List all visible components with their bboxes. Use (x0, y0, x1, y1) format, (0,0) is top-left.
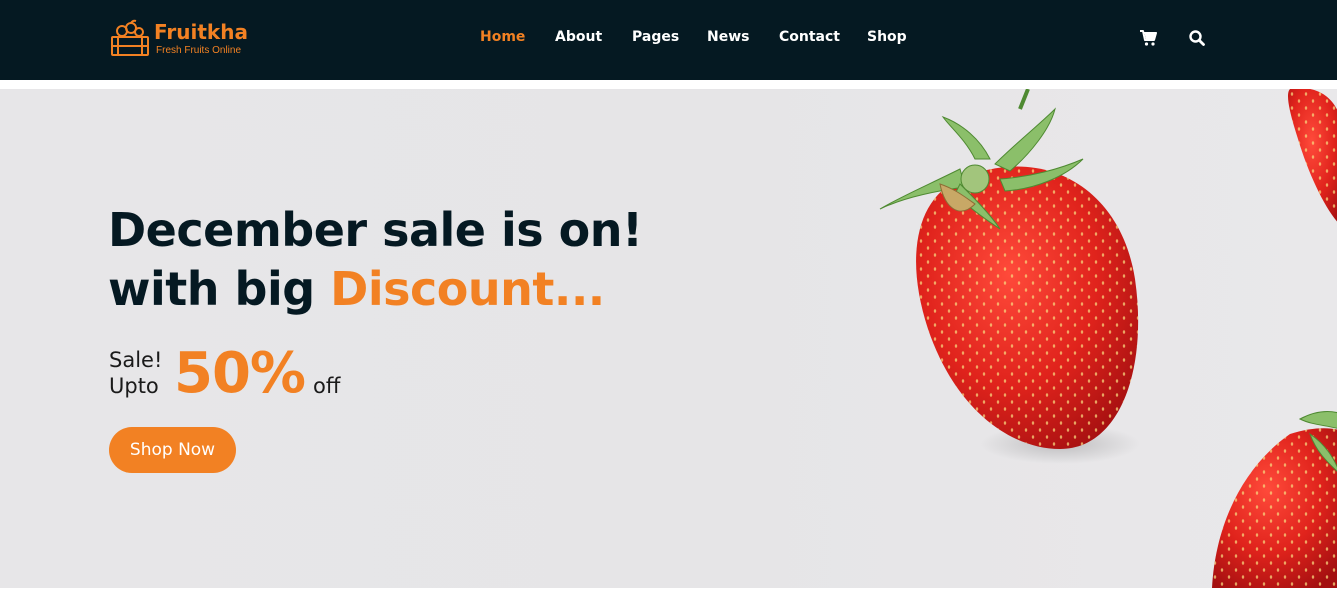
shop-now-button[interactable]: Shop Now (109, 427, 236, 473)
headline-line-2: with big Discount... (108, 260, 643, 319)
headline-prefix: with big (108, 262, 331, 316)
hero-banner: December sale is on! with big Discount..… (0, 89, 1337, 588)
nav-about[interactable]: About (555, 29, 602, 45)
strawberries-image (879, 89, 1337, 588)
hero-headline: December sale is on! with big Discount..… (108, 201, 643, 319)
upto-label: Upto (109, 374, 159, 398)
discount-value: 50% (174, 341, 306, 406)
sale-label: Sale! (109, 348, 163, 372)
nav-news[interactable]: News (707, 29, 749, 45)
off-label: off (313, 374, 341, 398)
nav-home[interactable]: Home (480, 29, 525, 45)
site-header: Fruitkha Fresh Fruits Online Home About … (0, 0, 1337, 80)
headline-line-1: December sale is on! (108, 203, 643, 257)
headline-accent: Discount... (330, 262, 605, 316)
shopping-cart-icon[interactable] (1139, 29, 1157, 47)
search-icon[interactable] (1188, 29, 1206, 47)
main-nav: Home About Pages News Contact Shop (0, 0, 1337, 80)
nav-contact[interactable]: Contact (779, 29, 840, 45)
nav-shop[interactable]: Shop (867, 29, 907, 45)
nav-pages[interactable]: Pages (632, 29, 679, 45)
